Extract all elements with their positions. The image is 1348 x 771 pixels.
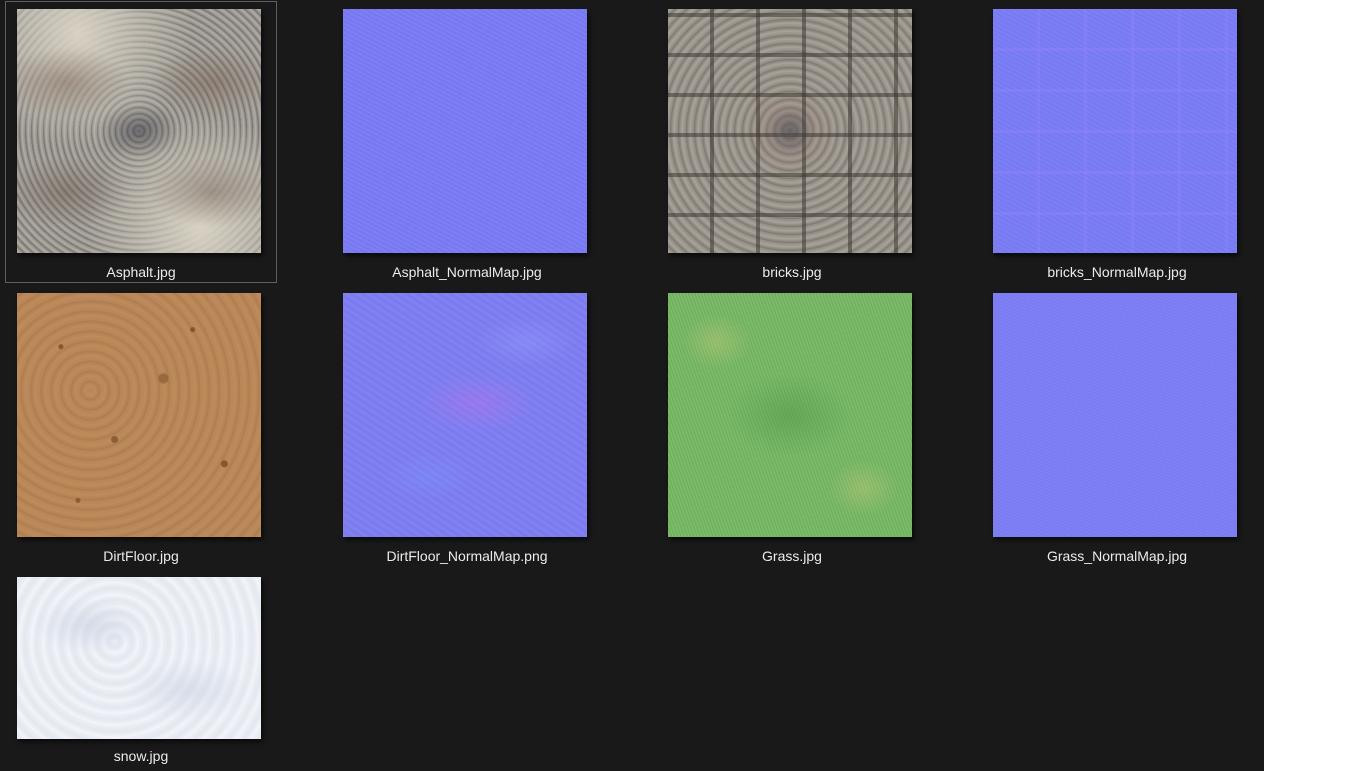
thumbnail-asphalt-normalmap xyxy=(343,9,587,253)
file-tile-bricks[interactable]: bricks.jpg xyxy=(656,1,928,283)
right-pane xyxy=(1264,0,1348,771)
file-grid-view: Asphalt.jpg Asphalt_NormalMap.jpg bricks… xyxy=(0,0,1264,771)
thumbnail-snow xyxy=(17,577,261,739)
thumbnail-bricks-normalmap xyxy=(993,9,1237,253)
file-tile-asphalt-normalmap[interactable]: Asphalt_NormalMap.jpg xyxy=(331,1,603,283)
file-name-label: Asphalt.jpg xyxy=(106,264,176,280)
thumbnail-dirtfloor-normalmap xyxy=(343,293,587,537)
file-tile-bricks-normalmap[interactable]: bricks_NormalMap.jpg xyxy=(981,1,1253,283)
file-tile-asphalt[interactable]: Asphalt.jpg xyxy=(5,1,277,283)
file-name-label: snow.jpg xyxy=(113,748,169,764)
file-name-label: bricks.jpg xyxy=(762,264,822,280)
thumbnail-dirtfloor xyxy=(17,293,261,537)
thumbnail-grass xyxy=(668,293,912,537)
file-tile-grass-normalmap[interactable]: Grass_NormalMap.jpg xyxy=(981,285,1253,567)
file-name-label: DirtFloor.jpg xyxy=(103,548,179,564)
file-tile-dirtfloor[interactable]: DirtFloor.jpg xyxy=(5,285,277,567)
thumbnail-grass-normalmap xyxy=(993,293,1237,537)
file-name-label: Grass_NormalMap.jpg xyxy=(1046,548,1188,564)
thumbnail-asphalt xyxy=(17,9,261,253)
file-tile-dirtfloor-normalmap[interactable]: DirtFloor_NormalMap.png xyxy=(331,285,603,567)
file-tile-grass[interactable]: Grass.jpg xyxy=(656,285,928,567)
file-name-label: Asphalt_NormalMap.jpg xyxy=(392,264,542,280)
file-name-label: DirtFloor_NormalMap.png xyxy=(386,548,548,564)
file-tile-snow[interactable]: snow.jpg xyxy=(5,569,277,771)
file-name-label: bricks_NormalMap.jpg xyxy=(1047,264,1187,280)
file-name-label: Grass.jpg xyxy=(762,548,822,564)
thumbnail-bricks xyxy=(668,9,912,253)
